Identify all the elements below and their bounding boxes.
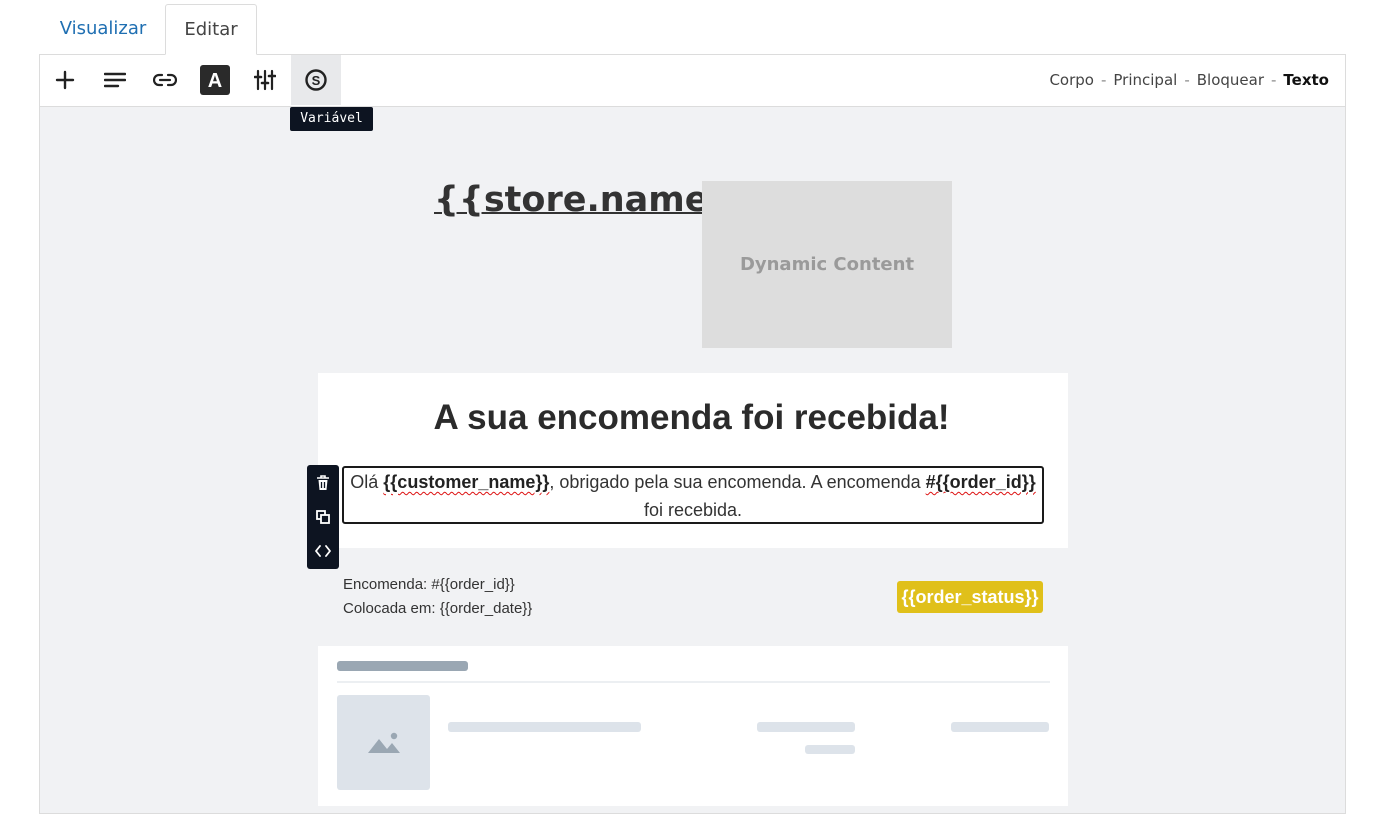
tab-visualizar[interactable]: Visualizar bbox=[40, 4, 166, 55]
skeleton-title bbox=[337, 661, 468, 671]
breadcrumb-item-principal[interactable]: Principal bbox=[1113, 71, 1177, 89]
order-date-line[interactable]: Colocada em: {{order_date}} bbox=[343, 600, 532, 617]
breadcrumb-item-corpo[interactable]: Corpo bbox=[1049, 71, 1094, 89]
breadcrumb: Corpo - Principal - Bloquear - Texto bbox=[1049, 55, 1329, 106]
sliders-icon bbox=[254, 69, 276, 91]
image-icon bbox=[367, 732, 400, 753]
skeleton-product-name bbox=[448, 722, 641, 732]
add-button[interactable] bbox=[40, 55, 90, 105]
link-icon bbox=[153, 73, 177, 87]
dynamic-content-block[interactable]: Dynamic Content bbox=[702, 181, 952, 348]
skeleton-price bbox=[951, 722, 1049, 732]
order-items-card[interactable] bbox=[318, 646, 1068, 806]
duplicate-icon bbox=[316, 510, 330, 524]
align-left-icon bbox=[104, 72, 126, 88]
settings-button[interactable] bbox=[240, 55, 290, 105]
breadcrumb-separator: - bbox=[1100, 71, 1107, 89]
variable-button[interactable]: S bbox=[291, 55, 341, 105]
delete-block-button[interactable] bbox=[307, 468, 339, 498]
svg-text:S: S bbox=[312, 73, 321, 88]
code-icon bbox=[315, 545, 331, 557]
email-heading[interactable]: A sua encomenda foi recebida! bbox=[0, 398, 1383, 438]
order-id-variable[interactable]: #{{order_id}} bbox=[926, 472, 1036, 492]
tab-editar[interactable]: Editar bbox=[165, 4, 257, 55]
breadcrumb-separator: - bbox=[1271, 71, 1277, 89]
link-button[interactable] bbox=[140, 55, 190, 105]
editor-toolbar: A S Corpo - Principal - Bloquear - Texto bbox=[40, 55, 1345, 107]
skeleton-quantity-sub bbox=[805, 745, 855, 754]
dynamic-content-label: Dynamic Content bbox=[739, 254, 915, 275]
order-number-line[interactable]: Encomenda: #{{order_id}} bbox=[343, 576, 515, 593]
greeting-suffix: foi recebida. bbox=[643, 500, 743, 520]
variable-icon: S bbox=[305, 69, 327, 91]
greeting-prefix: Olá bbox=[350, 472, 384, 492]
text-style-button[interactable]: A bbox=[190, 55, 240, 105]
block-action-bar bbox=[307, 465, 339, 569]
trash-icon bbox=[317, 475, 329, 490]
variable-tooltip: Variável bbox=[290, 107, 373, 131]
duplicate-block-button[interactable] bbox=[307, 502, 339, 532]
align-button[interactable] bbox=[90, 55, 140, 105]
selected-text-block[interactable]: Olá {{customer_name}}, obrigado pela sua… bbox=[342, 466, 1044, 524]
plus-icon bbox=[55, 70, 75, 90]
breadcrumb-item-bloquear[interactable]: Bloquear bbox=[1197, 71, 1264, 89]
code-block-button[interactable] bbox=[307, 536, 339, 566]
product-image-placeholder bbox=[337, 695, 430, 790]
order-status-badge[interactable]: {{order_status}} bbox=[897, 581, 1043, 613]
breadcrumb-separator: - bbox=[1184, 71, 1190, 89]
customer-name-variable[interactable]: {{customer_name}} bbox=[383, 472, 549, 492]
breadcrumb-current: Texto bbox=[1283, 71, 1329, 89]
text-style-icon: A bbox=[200, 65, 230, 95]
skeleton-quantity bbox=[757, 722, 855, 732]
svg-text:A: A bbox=[208, 70, 222, 92]
divider bbox=[337, 681, 1050, 683]
greeting-middle: , obrigado pela sua encomenda. A encomen… bbox=[549, 472, 926, 492]
